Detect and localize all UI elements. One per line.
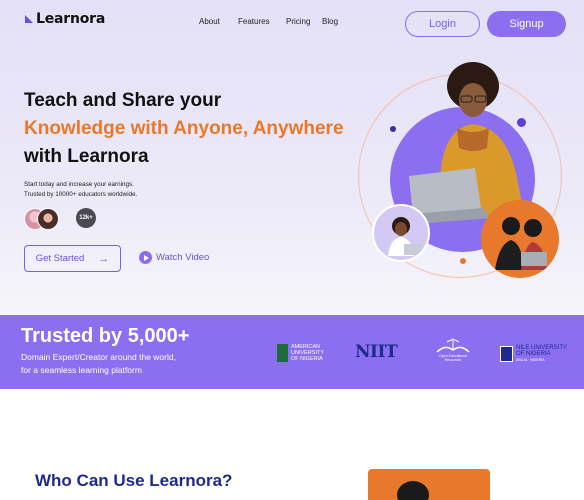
- get-started-button[interactable]: Get Started →: [24, 245, 121, 272]
- who-can-use-heading: Who Can Use Learnora?: [35, 471, 233, 490]
- decorative-dot: [460, 258, 466, 264]
- trust-title: Trusted by 5,000+: [21, 325, 190, 347]
- who-card-image: [368, 469, 490, 500]
- get-started-label: Get Started: [35, 253, 85, 264]
- oer-line-3: Resources: [444, 358, 462, 362]
- aun-line-3: OF NIGERIA: [291, 356, 323, 362]
- partner-logo-oer: Open Educational Resources: [433, 338, 473, 362]
- aun-shield-icon: [277, 344, 288, 362]
- logo[interactable]: Learnora: [24, 11, 105, 27]
- hero-subtext-2: Trusted by 10000+ educators worldwide.: [24, 191, 138, 198]
- arrow-right-icon: →: [98, 252, 110, 265]
- aun-text: AMERICAN UNIVERSITY OF NIGERIA: [291, 344, 324, 362]
- oer-text: Open Educational Resources: [439, 354, 467, 362]
- nav-about[interactable]: About: [199, 17, 220, 26]
- hero-heading-line-1: Teach and Share your: [24, 90, 222, 111]
- partner-logo-nile: NILE UNIVERSITY OF NIGERIA ABUJA · NIGER…: [500, 345, 567, 363]
- play-icon: [139, 251, 152, 264]
- who-card-photo: [397, 481, 429, 500]
- trust-subtext-2: for a seamless learning platform: [21, 365, 142, 375]
- nav-blog[interactable]: Blog: [322, 17, 338, 26]
- hero-subtext-1: Start today and increase your earnings.: [24, 181, 134, 188]
- nile-crest-icon: [500, 346, 513, 362]
- learners-thumbnail-image: [495, 217, 547, 270]
- nile-line-2: OF NIGERIA: [516, 351, 551, 357]
- hero-heading-line-2: Knowledge with Anyone, Anywhere: [24, 118, 344, 139]
- trust-subtext-1: Domain Expert/Creator around the world,: [21, 352, 176, 362]
- watch-video-button[interactable]: Watch Video: [139, 251, 209, 264]
- watch-video-label: Watch Video: [156, 252, 210, 263]
- partner-logo-aun: AMERICAN UNIVERSITY OF NIGERIA: [277, 344, 324, 362]
- logo-mark-icon: [25, 15, 33, 23]
- educator-count-badge: 12k+: [76, 208, 96, 228]
- avatar: [37, 208, 59, 230]
- learners-thumbnail: [481, 200, 559, 278]
- nav-features[interactable]: Features: [238, 17, 270, 26]
- nile-line-3: ABUJA · NIGERIA: [516, 358, 545, 362]
- nav-pricing[interactable]: Pricing: [286, 17, 310, 26]
- logo-text: Learnora: [36, 11, 106, 27]
- login-button[interactable]: Login: [405, 11, 480, 37]
- open-book-icon: [436, 338, 470, 353]
- nile-text: NILE UNIVERSITY OF NIGERIA ABUJA · NIGER…: [516, 345, 567, 363]
- signup-button[interactable]: Signup: [487, 11, 566, 37]
- educator-thumbnail: [372, 204, 430, 262]
- hero-heading-line-3: with Learnora: [24, 146, 149, 167]
- partner-logo-niit: NIIT: [355, 342, 398, 362]
